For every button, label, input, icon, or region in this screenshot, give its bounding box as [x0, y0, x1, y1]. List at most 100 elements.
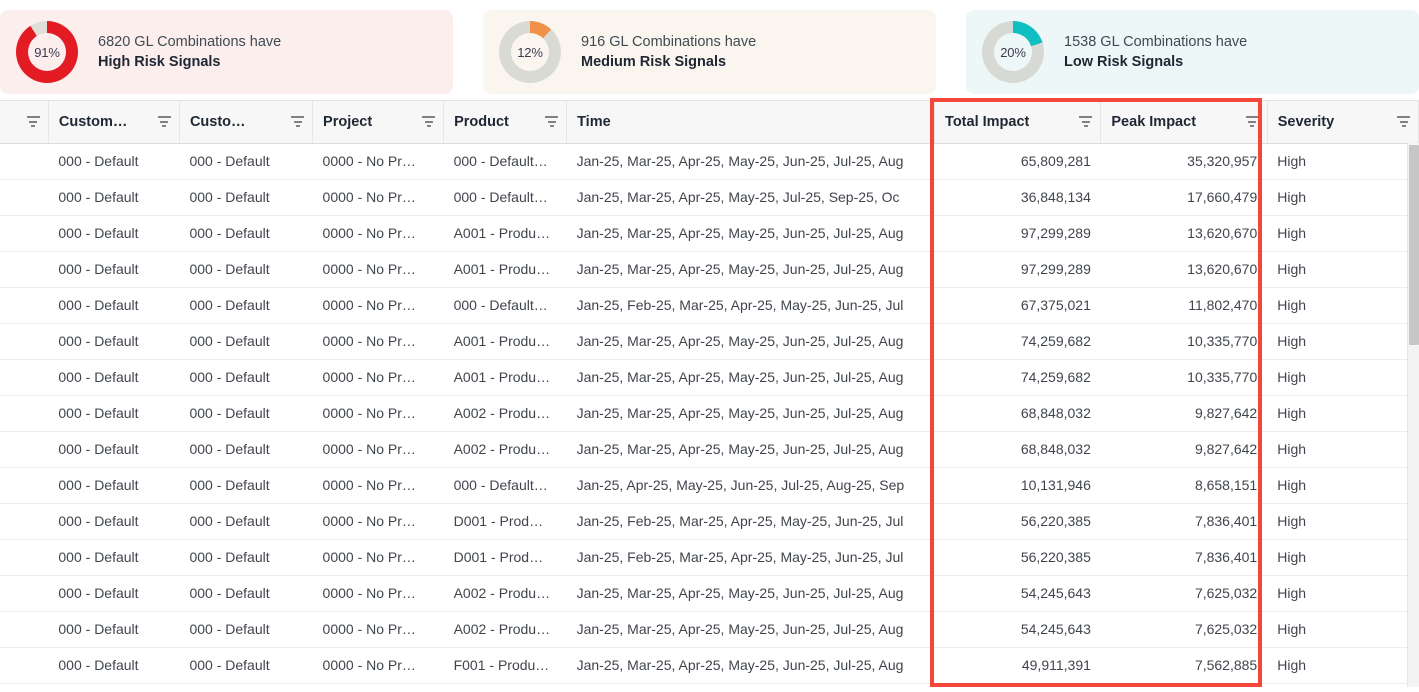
table-row[interactable]: 000 - Default 000 - Default 0000 - No Pr… A… [0, 611, 1419, 648]
cell-cust1: 000 - Default [48, 539, 180, 576]
cell-peak: 17,660,479 [1100, 179, 1268, 216]
kpi-percent-high: 91% [34, 44, 60, 60]
cell-cust1: 000 - Default [48, 179, 180, 216]
data-grid-region: Custom… Custo… Project Product Time Total Imp… [0, 98, 1419, 687]
column-header-label: Product [454, 113, 509, 130]
table-row[interactable]: 000 - Default 000 - Default 0000 - No Pr… 0… [0, 287, 1419, 324]
filter-icon[interactable] [422, 116, 436, 128]
cell-product: D001 - Prod… [443, 503, 567, 540]
table-row[interactable]: 000 - Default 000 - Default 0000 - No Pr… 0… [0, 179, 1419, 216]
cell-project: 0000 - No Pr… [312, 143, 444, 180]
table-header: Custom… Custo… Project Product Time Total Imp… [0, 101, 1419, 144]
filter-icon[interactable] [291, 116, 305, 128]
donut-chart-icon-low: 20% [982, 21, 1044, 83]
cell-total: 68,848,032 [934, 395, 1101, 432]
cell-product: 000 - Default… [443, 179, 567, 216]
table-row[interactable]: 000 - Default 000 - Default 0000 - No Pr… D… [0, 539, 1419, 576]
table-row[interactable]: 000 - Default 000 - Default 0000 - No Pr… A… [0, 359, 1419, 396]
column-header-peak[interactable]: Peak Impact [1100, 101, 1268, 144]
cell-total: 74,259,682 [934, 323, 1101, 360]
risk-signals-table: Custom… Custo… Project Product Time Total Imp… [0, 101, 1419, 684]
cell-total: 49,911,391 [934, 647, 1101, 684]
cell-severity: High [1267, 467, 1419, 504]
filter-icon[interactable] [1245, 116, 1259, 128]
cell-cust1: 000 - Default [48, 395, 180, 432]
cell-handle [0, 503, 49, 540]
column-header-project[interactable]: Project [312, 101, 445, 144]
cell-severity: High [1267, 323, 1419, 360]
cell-product: 000 - Default… [443, 467, 567, 504]
cell-project: 0000 - No Pr… [312, 575, 444, 612]
cell-handle [0, 359, 49, 396]
cell-handle [0, 215, 49, 252]
cell-project: 0000 - No Pr… [312, 323, 444, 360]
vertical-scrollbar[interactable] [1407, 143, 1419, 687]
kpi-title-medium: Medium Risk Signals [581, 54, 727, 70]
kpi-card-strip: 91% 6820 GL Combinations have High Risk … [0, 0, 1419, 100]
cell-project: 0000 - No Pr… [312, 215, 444, 252]
cell-product: F001 - Produ… [443, 647, 567, 684]
cell-severity: High [1267, 215, 1419, 252]
filter-icon[interactable] [1397, 116, 1410, 128]
table-row[interactable]: 000 - Default 000 - Default 0000 - No Pr… A… [0, 575, 1419, 612]
cell-cust1: 000 - Default [48, 647, 180, 684]
cell-peak: 7,625,032 [1100, 575, 1268, 612]
column-header-product[interactable]: Product [443, 101, 568, 144]
column-header-time[interactable]: Time [566, 101, 936, 144]
table-row[interactable]: 000 - Default 000 - Default 0000 - No Pr… A… [0, 251, 1419, 288]
cell-product: D001 - Prod… [443, 539, 567, 576]
cell-time: Jan-25, Apr-25, May-25, Jun-25, Jul-25, … [566, 467, 935, 504]
cell-cust1: 000 - Default [48, 359, 180, 396]
column-header-label: Severity [1277, 113, 1335, 130]
filter-icon[interactable] [545, 116, 559, 128]
filter-icon[interactable] [1079, 116, 1093, 128]
column-header-cust2[interactable]: Custo… [179, 101, 314, 144]
table-row[interactable]: 000 - Default 000 - Default 0000 - No Pr… 0… [0, 143, 1419, 180]
filter-icon[interactable] [157, 116, 171, 128]
cell-product: A002 - Produ… [443, 395, 567, 432]
scrollbar-thumb[interactable] [1409, 145, 1419, 345]
cell-peak: 8,658,151 [1100, 467, 1268, 504]
cell-cust2: 000 - Default [179, 467, 313, 504]
kpi-count-label-medium: 916 GL Combinations have [581, 34, 757, 50]
cell-project: 0000 - No Pr… [312, 503, 444, 540]
cell-cust2: 000 - Default [179, 215, 313, 252]
donut-chart-icon-medium: 12% [499, 21, 561, 83]
kpi-card-high-risk[interactable]: 91% 6820 GL Combinations have High Risk … [0, 10, 453, 94]
table-row[interactable]: 000 - Default 000 - Default 0000 - No Pr… D… [0, 503, 1419, 540]
cell-severity: High [1267, 143, 1419, 180]
column-header-handle[interactable] [0, 101, 49, 144]
kpi-text-high: 6820 GL Combinations have High Risk Sign… [98, 34, 281, 70]
table-row[interactable]: 000 - Default 000 - Default 0000 - No Pr… A… [0, 431, 1419, 468]
cell-severity: High [1267, 287, 1419, 324]
cell-project: 0000 - No Pr… [312, 179, 444, 216]
column-header-severity[interactable]: Severity [1267, 101, 1419, 144]
cell-handle [0, 467, 49, 504]
table-row[interactable]: 000 - Default 000 - Default 0000 - No Pr… A… [0, 395, 1419, 432]
cell-total: 68,848,032 [934, 431, 1101, 468]
cell-severity: High [1267, 395, 1419, 432]
cell-project: 0000 - No Pr… [312, 647, 444, 684]
filter-icon[interactable] [26, 116, 40, 128]
cell-project: 0000 - No Pr… [312, 395, 444, 432]
column-header-total[interactable]: Total Impact [934, 101, 1102, 144]
cell-cust2: 000 - Default [179, 503, 313, 540]
cell-time: Jan-25, Mar-25, Apr-25, May-25, Jun-25, … [566, 251, 935, 288]
cell-product: A001 - Produ… [443, 359, 567, 396]
kpi-card-medium-risk[interactable]: 12% 916 GL Combinations have Medium Risk… [483, 10, 936, 94]
cell-cust2: 000 - Default [179, 143, 313, 180]
kpi-card-low-risk[interactable]: 20% 1538 GL Combinations have Low Risk S… [966, 10, 1419, 94]
table-row[interactable]: 000 - Default 000 - Default 0000 - No Pr… A… [0, 215, 1419, 252]
cell-cust2: 000 - Default [179, 323, 313, 360]
table-row[interactable]: 000 - Default 000 - Default 0000 - No Pr… A… [0, 323, 1419, 360]
cell-product: 000 - Default… [443, 143, 567, 180]
cell-total: 67,375,021 [934, 287, 1101, 324]
cell-severity: High [1267, 503, 1419, 540]
column-header-cust1[interactable]: Custom… [48, 101, 180, 144]
cell-peak: 7,625,032 [1100, 611, 1268, 648]
cell-severity: High [1267, 575, 1419, 612]
column-header-label: Project [323, 113, 373, 130]
table-row[interactable]: 000 - Default 000 - Default 0000 - No Pr… 0… [0, 467, 1419, 504]
table-body: 000 - Default 000 - Default 0000 - No Pr… 0… [0, 143, 1419, 684]
table-row[interactable]: 000 - Default 000 - Default 0000 - No Pr… F… [0, 647, 1419, 684]
